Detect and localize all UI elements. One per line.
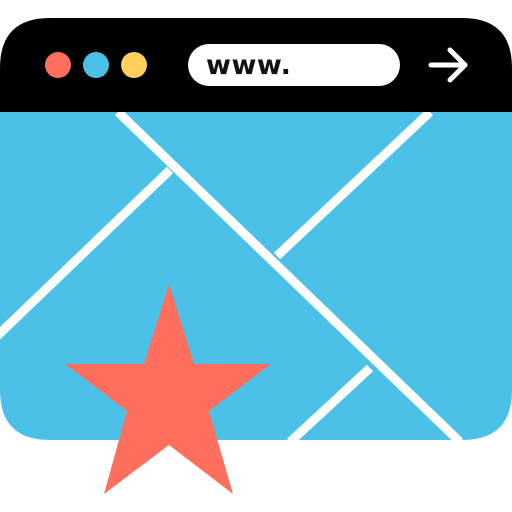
map-area (0, 112, 512, 440)
maximize-dot-icon[interactable] (121, 52, 147, 78)
close-dot-icon[interactable] (45, 52, 71, 78)
address-bar-text: www. (206, 50, 292, 81)
browser-window-icon: www. (0, 0, 512, 512)
map-background (0, 112, 512, 440)
minimize-dot-icon[interactable] (83, 52, 109, 78)
